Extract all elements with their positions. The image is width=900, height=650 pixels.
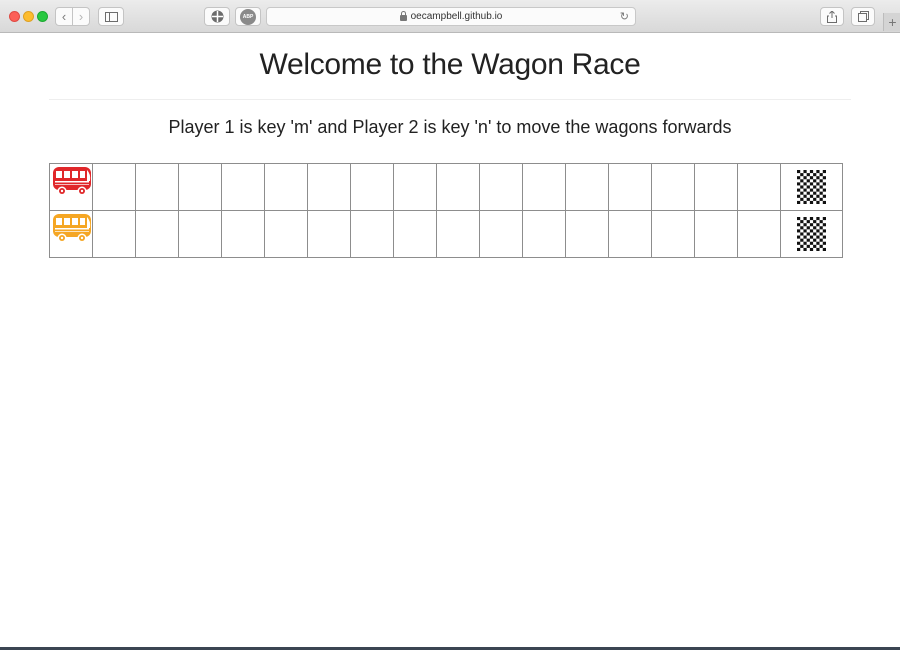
track-cell bbox=[178, 210, 222, 258]
browser-toolbar: ‹ › ABP oecampbell.github.io ↻ + bbox=[0, 0, 900, 33]
track-cell bbox=[479, 163, 523, 211]
track-lane-player-1 bbox=[49, 163, 843, 211]
sidebar-button[interactable] bbox=[98, 7, 124, 26]
track-cell bbox=[307, 210, 351, 258]
track-cell bbox=[264, 210, 308, 258]
new-tab-button[interactable]: + bbox=[883, 13, 900, 31]
lock-icon bbox=[399, 10, 407, 21]
track-cell bbox=[608, 163, 652, 211]
finish-cell bbox=[780, 163, 843, 211]
track-cell bbox=[307, 163, 351, 211]
track-cell bbox=[49, 210, 93, 258]
bus-icon bbox=[51, 212, 93, 244]
adblock-icon: ABP bbox=[240, 8, 256, 25]
minimize-window-button[interactable] bbox=[23, 11, 34, 22]
close-window-button[interactable] bbox=[9, 11, 20, 22]
track-cell bbox=[135, 163, 179, 211]
track-cell bbox=[393, 210, 437, 258]
track-cell bbox=[178, 163, 222, 211]
page-title: Welcome to the Wagon Race bbox=[259, 48, 641, 81]
race-track bbox=[49, 163, 843, 258]
track-cell bbox=[522, 163, 566, 211]
track-cell bbox=[350, 210, 394, 258]
track-cell bbox=[651, 210, 695, 258]
address-bar[interactable]: oecampbell.github.io ↻ bbox=[266, 7, 636, 26]
track-cell bbox=[737, 210, 781, 258]
adblock-button[interactable]: ABP bbox=[235, 7, 261, 26]
share-icon bbox=[827, 10, 837, 23]
track-cell bbox=[479, 210, 523, 258]
divider bbox=[49, 99, 851, 100]
track-cell bbox=[350, 163, 394, 211]
reload-icon[interactable]: ↻ bbox=[620, 10, 629, 23]
track-cell bbox=[436, 210, 480, 258]
bus-icon bbox=[51, 165, 93, 197]
share-button[interactable] bbox=[820, 7, 844, 26]
track-cell bbox=[651, 163, 695, 211]
track-cell bbox=[264, 163, 308, 211]
compass-icon bbox=[211, 10, 223, 23]
track-cell bbox=[565, 163, 609, 211]
track-cell bbox=[221, 163, 265, 211]
track-cell bbox=[393, 163, 437, 211]
track-cell bbox=[565, 210, 609, 258]
track-cell bbox=[92, 163, 136, 211]
checkered-flag-icon bbox=[797, 170, 826, 204]
track-cell bbox=[694, 163, 738, 211]
track-cell bbox=[608, 210, 652, 258]
checkered-flag-icon bbox=[797, 217, 826, 251]
forward-button[interactable]: › bbox=[72, 8, 89, 25]
zoom-window-button[interactable] bbox=[37, 11, 48, 22]
track-cell bbox=[694, 210, 738, 258]
tabs-overview-button[interactable] bbox=[851, 7, 875, 26]
track-cell bbox=[135, 210, 179, 258]
tabs-icon bbox=[857, 11, 869, 22]
extension-button-1[interactable] bbox=[204, 7, 230, 26]
back-button[interactable]: ‹ bbox=[56, 8, 72, 25]
url-text: oecampbell.github.io bbox=[410, 11, 503, 22]
track-cell bbox=[221, 210, 265, 258]
nav-buttons: ‹ › bbox=[55, 7, 90, 26]
instructions-text: Player 1 is key 'm' and Player 2 is key … bbox=[168, 117, 732, 137]
finish-cell bbox=[780, 210, 843, 258]
track-cell bbox=[92, 210, 136, 258]
track-cell bbox=[49, 163, 93, 211]
sidebar-icon bbox=[104, 11, 118, 22]
track-lane-player-2 bbox=[49, 210, 843, 258]
track-cell bbox=[737, 163, 781, 211]
track-cell bbox=[436, 163, 480, 211]
track-cell bbox=[522, 210, 566, 258]
